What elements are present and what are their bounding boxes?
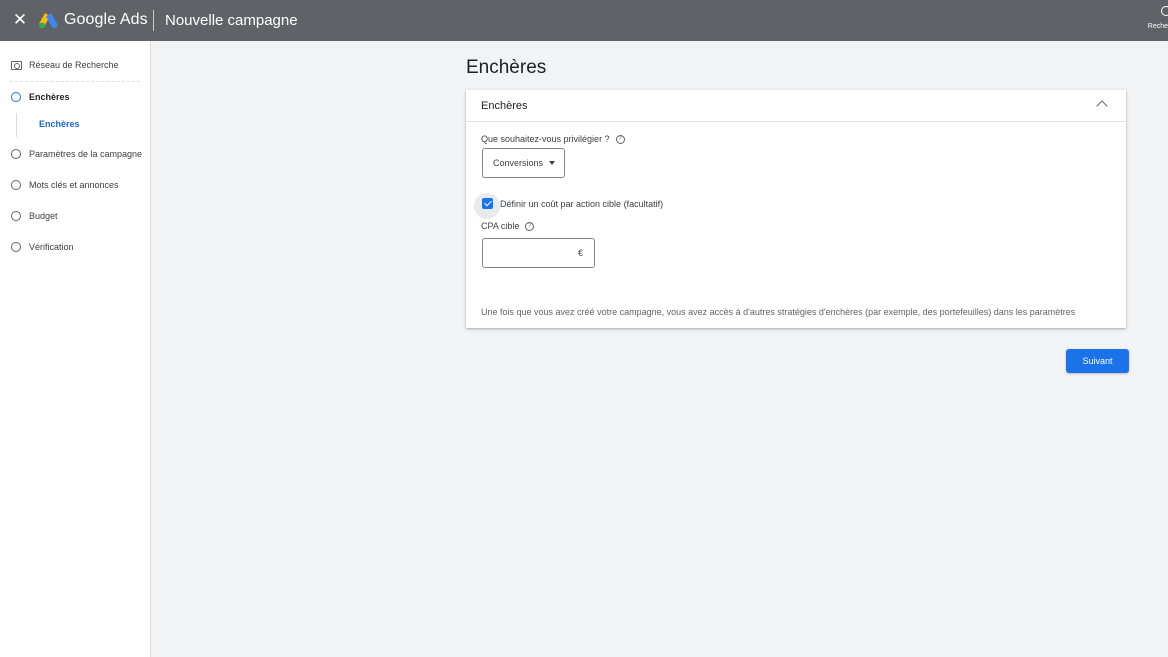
step-circle-icon bbox=[11, 149, 21, 159]
campaign-title: Nouvelle campagne bbox=[165, 12, 298, 29]
step-circle-icon bbox=[11, 180, 21, 190]
top-bar: ✕ Google Ads Nouvelle campagne Reche bbox=[0, 0, 1168, 41]
sidebar-item-label: Paramètres de la campagne bbox=[29, 149, 143, 159]
sidebar-item-label: Vérification bbox=[29, 242, 74, 252]
sidebar-divider bbox=[10, 81, 140, 82]
help-icon[interactable]: ? bbox=[615, 134, 625, 144]
help-icon[interactable]: ? bbox=[525, 221, 535, 231]
card-title: Enchères bbox=[481, 100, 528, 112]
focus-select-value: Conversions bbox=[493, 158, 544, 168]
step-circle-icon bbox=[11, 242, 21, 252]
info-text: Une fois que vous avez créé votre campag… bbox=[481, 307, 1076, 317]
search-network-icon bbox=[11, 60, 22, 70]
next-button[interactable]: Suivant bbox=[1066, 349, 1129, 373]
sidebar-item-label: Mots clés et annonces bbox=[29, 180, 119, 190]
target-cpa-checkbox[interactable] bbox=[482, 198, 493, 209]
cpa-label: CPA cible ? bbox=[481, 221, 535, 231]
sidebar-item-review[interactable]: Vérification bbox=[0, 237, 74, 257]
sidebar-item-keywords-ads[interactable]: Mots clés et annonces bbox=[0, 175, 119, 195]
sidebar-item-label: Enchères bbox=[29, 92, 70, 102]
sidebar-item-campaign-settings[interactable]: Paramètres de la campagne bbox=[0, 144, 142, 164]
sub-item-line bbox=[16, 113, 17, 137]
chevron-up-icon[interactable] bbox=[1096, 100, 1108, 112]
sidebar: Réseau de Recherche Enchères Enchères Pa… bbox=[0, 41, 151, 657]
currency-symbol: € bbox=[577, 248, 583, 258]
search-button[interactable]: Reche bbox=[1144, 4, 1168, 34]
focus-question-text: Que souhaitez-vous privilégier ? bbox=[481, 134, 610, 144]
header-divider bbox=[153, 10, 154, 31]
sidebar-item-label: Budget bbox=[29, 211, 58, 221]
cpa-input[interactable] bbox=[491, 245, 571, 261]
step-circle-icon bbox=[11, 92, 21, 102]
page-title: Enchères bbox=[466, 57, 547, 78]
sidebar-item-budget[interactable]: Budget bbox=[0, 206, 58, 226]
brand-name: Google Ads bbox=[64, 11, 148, 28]
cpa-label-text: CPA cible bbox=[481, 221, 520, 231]
close-icon[interactable]: ✕ bbox=[11, 11, 29, 29]
caret-down-icon bbox=[549, 161, 556, 165]
card-header[interactable]: Enchères bbox=[466, 90, 1126, 122]
cpa-field[interactable]: € bbox=[482, 238, 595, 268]
search-icon bbox=[1161, 6, 1168, 16]
focus-select[interactable]: Conversions bbox=[482, 148, 565, 178]
focus-question: Que souhaitez-vous privilégier ? ? bbox=[481, 134, 625, 144]
sidebar-subitem-bidding[interactable]: Enchères bbox=[39, 119, 80, 129]
google-ads-logo bbox=[39, 13, 58, 29]
target-cpa-checkbox-label[interactable]: Définir un coût par action cible (facult… bbox=[500, 199, 663, 209]
sidebar-item-bidding[interactable]: Enchères bbox=[0, 87, 70, 107]
step-circle-icon bbox=[11, 211, 21, 221]
sidebar-item-search-network[interactable]: Réseau de Recherche bbox=[0, 55, 119, 75]
search-label: Reche bbox=[1147, 23, 1168, 30]
sidebar-item-label: Réseau de Recherche bbox=[29, 60, 119, 70]
bidding-card: Enchères Que souhaitez-vous privilégier … bbox=[466, 90, 1126, 328]
